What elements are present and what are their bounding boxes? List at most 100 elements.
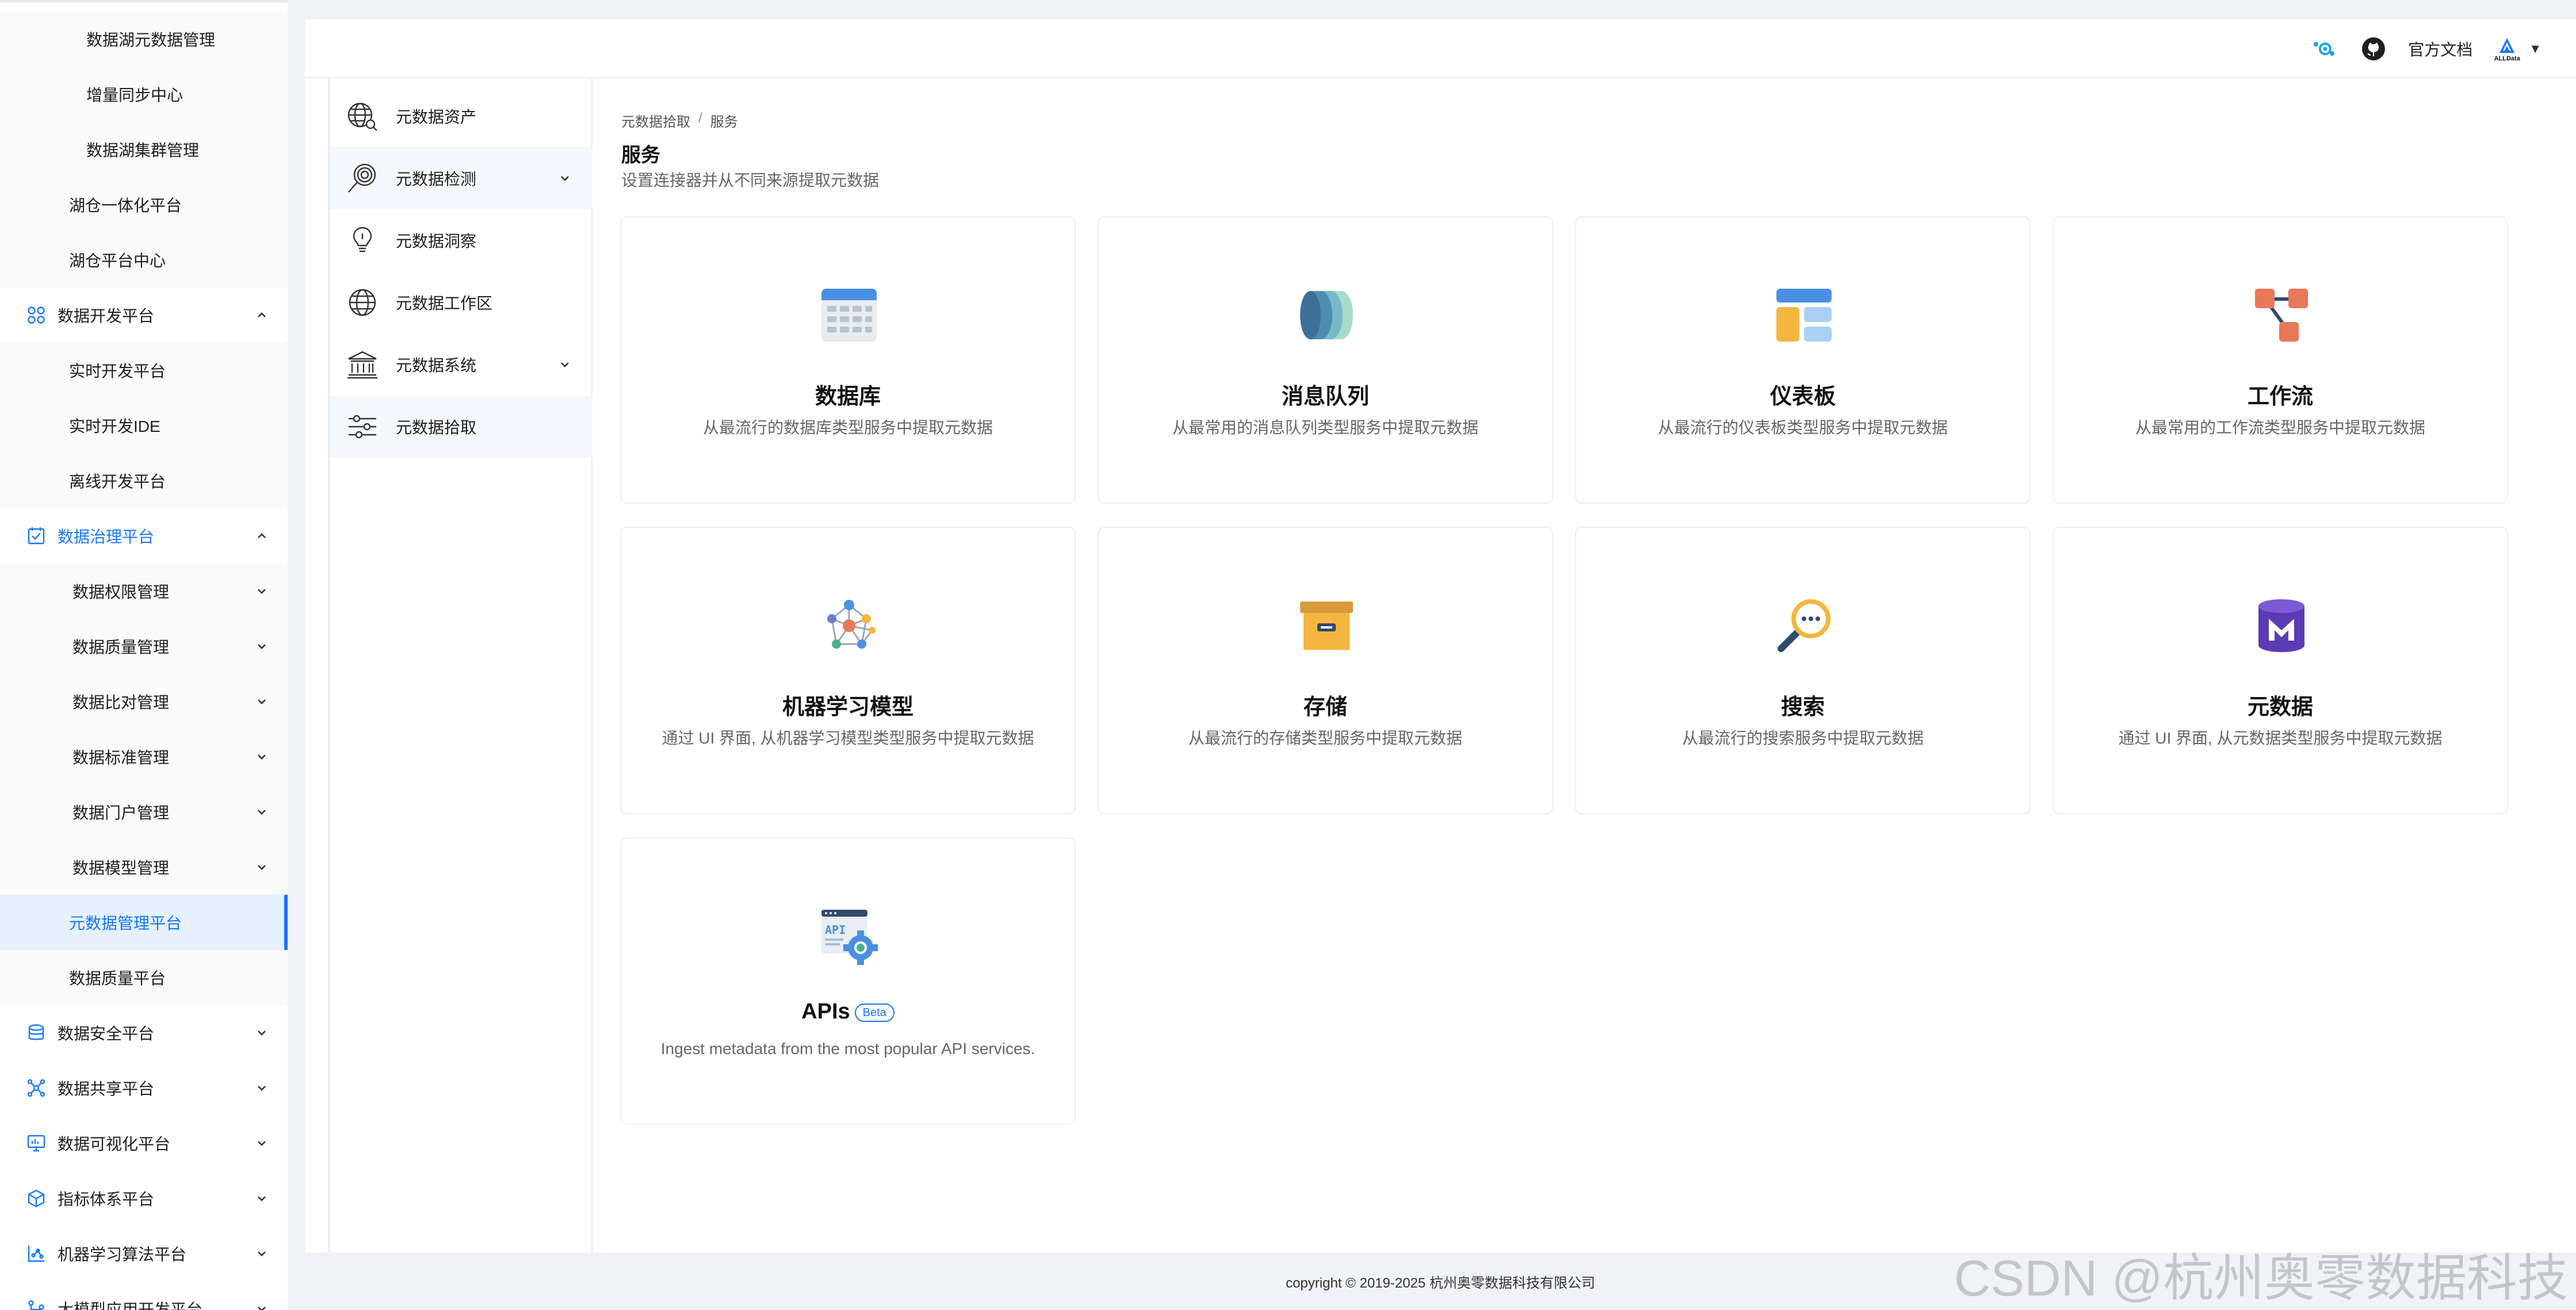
storage-box-icon (1300, 602, 1353, 650)
sidebar-group-data-governance[interactable]: 数据治理平台 (0, 508, 288, 564)
card-description: 通过 UI 界面, 从元数据类型服务中提取元数据 (2118, 729, 2443, 747)
chevron-down-icon (254, 1246, 269, 1261)
card-title: 存储 (1303, 695, 1347, 719)
sidebar-item-permission[interactable]: 数据权限管理 (0, 564, 288, 619)
subnav-item-insights[interactable]: 元数据洞察 (330, 209, 593, 271)
subnav-item-label: 元数据拾取 (396, 419, 477, 436)
card-description: Ingest metadata from the most popular AP… (660, 1040, 1035, 1058)
card-description: 从最流行的数据库类型服务中提取元数据 (702, 419, 993, 436)
database-icon (26, 1023, 46, 1043)
sidebar-item-label: 湖仓平台中心 (69, 252, 166, 270)
sidebar-item-datalake-cluster[interactable]: 数据湖集群管理 (0, 122, 288, 177)
sidebar-item-label: 数据湖集群管理 (86, 141, 200, 159)
sidebar-group-metrics[interactable]: 指标体系平台 (0, 1171, 288, 1226)
subnav-item-detection[interactable]: 元数据检测 (330, 147, 593, 209)
workflow-icon (2255, 289, 2308, 342)
subnav-item-assets[interactable]: 元数据资产 (330, 85, 593, 147)
cluster-icon (26, 305, 46, 325)
chevron-down-icon (254, 1191, 269, 1206)
sidebar-item-offline-dev[interactable]: 离线开发平台 (0, 453, 288, 508)
sidebar-group-data-share[interactable]: 数据共享平台 (0, 1060, 288, 1116)
subnav-item-workspace[interactable]: 元数据工作区 (330, 271, 593, 334)
lightbulb-icon (353, 227, 372, 252)
service-card-workflow[interactable]: 工作流 从最常用的工作流类型服务中提取元数据 (2053, 216, 2508, 504)
card-title: 消息队列 (1281, 385, 1369, 409)
sidebar-group-llm[interactable]: 大模型应用开发平台 (0, 1281, 288, 1310)
subnav-item-ingestion[interactable]: 元数据拾取 (330, 396, 593, 458)
sidebar-item-datalake-metadata[interactable]: 数据湖元数据管理 (0, 12, 288, 67)
sidebar-item-incremental-sync[interactable]: 增量同步中心 (0, 67, 288, 122)
sidebar-group-visualization[interactable]: 数据可视化平台 (0, 1116, 288, 1171)
branch-icon (26, 1299, 46, 1310)
sidebar-item-model-mgmt[interactable]: 数据模型管理 (0, 840, 288, 895)
card-title: 数据库 (815, 385, 881, 409)
sidebar-item-label: 数据共享平台 (58, 1080, 155, 1098)
docs-link[interactable]: 官方文档 (2408, 37, 2472, 60)
card-description: 从最常用的消息队列类型服务中提取元数据 (1172, 419, 1478, 436)
sidebar-item-quality-platform[interactable]: 数据质量平台 (0, 950, 288, 1005)
card-title: 元数据 (2247, 695, 2313, 719)
sidebar-item-label: 数据权限管理 (72, 583, 170, 601)
subnav-item-system[interactable]: 元数据系统 (330, 334, 593, 396)
service-card-ml-model[interactable]: 机器学习模型 通过 UI 界面, 从机器学习模型类型服务中提取元数据 (620, 527, 1076, 814)
sidebar-item-standard[interactable]: 数据标准管理 (0, 729, 288, 784)
service-card-search[interactable]: 搜索 从最流行的搜索服务中提取元数据 (1575, 527, 2031, 814)
globe-search-icon (347, 102, 377, 131)
chevron-down-icon (254, 584, 269, 599)
sidebar-item-metadata-platform[interactable]: 元数据管理平台 (0, 895, 288, 950)
svg-text:API: API (825, 923, 846, 937)
sidebar-item-label: 数据比对管理 (72, 694, 170, 711)
scatter-icon (26, 1244, 46, 1263)
globe-icon (349, 289, 376, 316)
bank-icon (347, 351, 377, 379)
sidebar-item-lakehouse-platform[interactable]: 湖仓一体化平台 (0, 177, 288, 232)
sidebar-item-quality-mgmt[interactable]: 数据质量管理 (0, 619, 288, 674)
chevron-down-icon (254, 860, 269, 875)
service-card-message-queue[interactable]: 消息队列 从最常用的消息队列类型服务中提取元数据 (1098, 216, 1553, 504)
sidebar-item-label: 数据安全平台 (58, 1025, 155, 1043)
chevron-down-icon (254, 639, 269, 654)
sidebar-group-data-dev[interactable]: 数据开发平台 (0, 288, 288, 343)
card-title-text: APIs (801, 999, 850, 1024)
chevron-down-icon (254, 1136, 269, 1151)
sidebar-item-label: 数据质量管理 (72, 638, 170, 656)
breadcrumb-link[interactable]: 元数据拾取 (621, 110, 690, 131)
sidebar-item-lakehouse-center[interactable]: 湖仓平台中心 (0, 232, 288, 288)
main-panel: 官方文档 ALLData ▼ 元数据资产 元数据检测 元数据洞察 元数据工作区 (305, 20, 2576, 1252)
breadcrumb-current: 服务 (710, 114, 738, 130)
sidebar-item-label: 数据开发平台 (58, 307, 155, 325)
service-card-metadata[interactable]: 元数据 通过 UI 界面, 从元数据类型服务中提取元数据 (2053, 527, 2508, 814)
sidebar-item-portal[interactable]: 数据门户管理 (0, 784, 288, 840)
card-description: 从最流行的存储类型服务中提取元数据 (1188, 729, 1462, 747)
service-card-storage[interactable]: 存储 从最流行的存储类型服务中提取元数据 (1098, 527, 1553, 814)
service-card-apis[interactable]: API APIs Beta Ingest metadata from the mo… (620, 837, 1076, 1125)
sidebar-group-ml[interactable]: 机器学习算法平台 (0, 1226, 288, 1281)
database-table-icon (821, 289, 877, 342)
service-card-dashboard[interactable]: 仪表板 从最流行的仪表板类型服务中提取元数据 (1575, 216, 2031, 504)
sidebar-item-realtime-dev[interactable]: 实时开发平台 (0, 343, 288, 398)
alldata-logo[interactable]: ALLData (2492, 34, 2522, 64)
sidebar-item-label: 数据可视化平台 (58, 1135, 171, 1153)
sidebar-item-label: 实时开发平台 (69, 362, 166, 380)
card-title: APIs Beta (621, 999, 1075, 1024)
chevron-down-icon[interactable]: ▼ (2529, 41, 2541, 56)
chevron-down-icon (254, 749, 269, 764)
watermark: CSDN @杭州奥零数据科技 (1954, 1250, 2568, 1307)
top-actions: 官方文档 ALLData ▼ (2309, 20, 2541, 78)
chevron-down-icon (561, 176, 569, 181)
notification-icon[interactable] (2309, 34, 2339, 64)
subnav-item-label: 元数据检测 (396, 170, 477, 188)
service-card-database[interactable]: 数据库 从最流行的数据库类型服务中提取元数据 (620, 216, 1076, 504)
card-title: 机器学习模型 (782, 695, 914, 719)
beta-badge: Beta (854, 1003, 895, 1022)
sidebar-item-compare[interactable]: 数据比对管理 (0, 674, 288, 729)
sidebar-item-realtime-ide[interactable]: 实时开发IDE (0, 398, 288, 453)
card-description: 从最流行的搜索服务中提取元数据 (1681, 729, 1924, 747)
subnav-item-label: 元数据洞察 (396, 232, 477, 250)
sidebar-item-label: 数据治理平台 (58, 528, 155, 546)
subnav-item-label: 元数据工作区 (396, 294, 493, 312)
github-icon[interactable] (2359, 34, 2388, 64)
sidebar-item-label: 增量同步中心 (86, 86, 184, 104)
sidebar-group-data-security[interactable]: 数据安全平台 (0, 1005, 288, 1060)
card-title: 搜索 (1780, 695, 1825, 719)
